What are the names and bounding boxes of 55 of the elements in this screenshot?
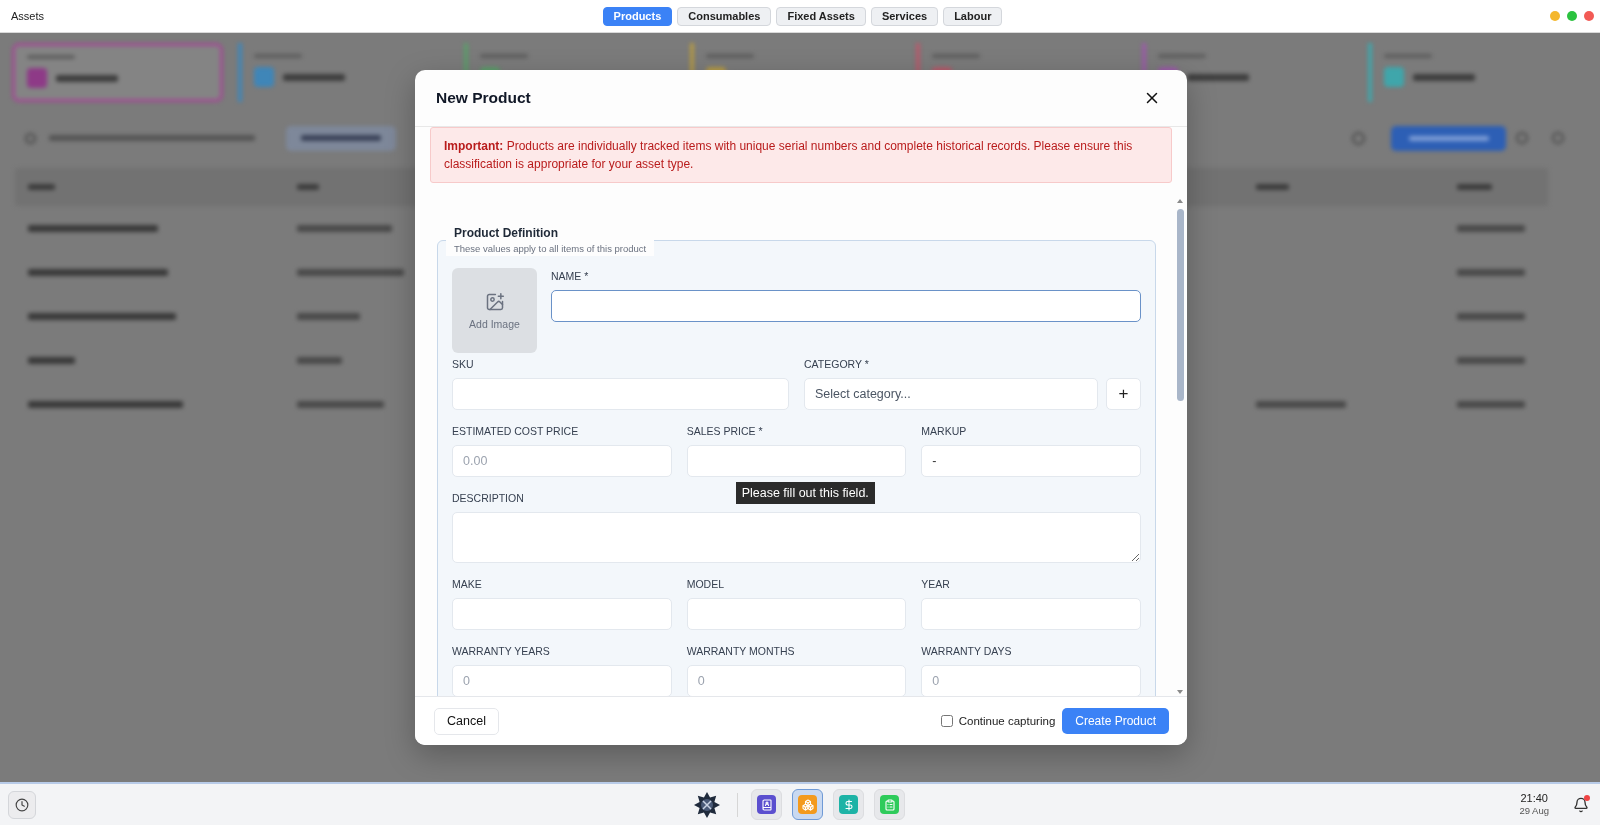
- field-label: DESCRIPTION: [452, 491, 524, 505]
- tab[interactable]: Consumables: [677, 6, 772, 26]
- validation-tooltip: Please fill out this field.: [735, 482, 875, 504]
- bell-icon: [1573, 796, 1589, 813]
- window-title: Assets: [11, 10, 44, 22]
- field-label: WARRANTY MONTHS: [686, 644, 795, 658]
- name-input[interactable]: [551, 290, 1141, 322]
- input-field[interactable]: [686, 445, 907, 477]
- field-label: MAKE: [452, 577, 482, 591]
- clock-time: 21:40: [1520, 792, 1548, 805]
- tab[interactable]: Services: [870, 6, 939, 26]
- add-button[interactable]: +: [1106, 378, 1141, 410]
- tab[interactable]: Products: [602, 6, 673, 26]
- field-label: SKU: [452, 357, 474, 371]
- taskbar-app-button[interactable]: [792, 789, 823, 820]
- field-label: MODEL: [686, 577, 724, 591]
- scrollbar[interactable]: [1177, 199, 1184, 694]
- input-field[interactable]: 0: [921, 665, 1141, 696]
- window-maximize-icon[interactable]: [1567, 11, 1577, 21]
- image-plus-icon: [484, 291, 505, 312]
- add-image-button[interactable]: Add Image: [452, 268, 537, 353]
- field-label: MARKUP: [921, 424, 967, 438]
- clock-button[interactable]: [8, 790, 36, 819]
- field-label: NAME *: [551, 269, 589, 283]
- field-label: YEAR: [921, 577, 950, 591]
- field-label: ESTIMATED COST PRICE: [452, 424, 579, 438]
- input-field[interactable]: 0: [686, 665, 907, 696]
- cancel-button[interactable]: Cancel: [434, 707, 499, 735]
- input-field[interactable]: [452, 378, 789, 410]
- clock-icon: [15, 797, 29, 812]
- input-field[interactable]: -: [921, 445, 1141, 477]
- create-product-button[interactable]: Create Product: [1062, 708, 1169, 734]
- field-label: WARRANTY YEARS: [452, 644, 550, 658]
- logo-icon[interactable]: [694, 791, 720, 818]
- field-label: WARRANTY DAYS: [921, 644, 1012, 658]
- tab[interactable]: Labour: [943, 6, 1003, 26]
- input-field[interactable]: [921, 598, 1141, 630]
- warning-notice: Important: Products are individually tracked items with unique serial numbers and complete historical records. Please ensure this classification is appropriate for your asset type.: [430, 127, 1172, 183]
- input-field[interactable]: 0.00: [452, 445, 672, 477]
- dialog-title: New Product: [436, 89, 531, 107]
- continue-checkbox[interactable]: [940, 715, 953, 727]
- checkbox-label: Continue capturing: [958, 715, 1056, 727]
- field-label: SALES PRICE *: [686, 424, 763, 438]
- tab[interactable]: Fixed Assets: [776, 6, 866, 26]
- select-field[interactable]: Select category...: [804, 378, 1098, 410]
- input-field[interactable]: [686, 598, 907, 630]
- clock-date: 29 Aug: [1519, 805, 1549, 817]
- input-field[interactable]: 0: [452, 665, 672, 696]
- section-title: Product Definition: [454, 225, 559, 242]
- textarea-field[interactable]: [452, 512, 1141, 563]
- input-field[interactable]: [452, 598, 672, 630]
- window-minimize-icon[interactable]: [1550, 11, 1560, 21]
- section-subtitle: These values apply to all items of this product: [454, 242, 647, 256]
- window-close-icon[interactable]: [1584, 11, 1594, 21]
- field-label: CATEGORY *: [804, 357, 869, 371]
